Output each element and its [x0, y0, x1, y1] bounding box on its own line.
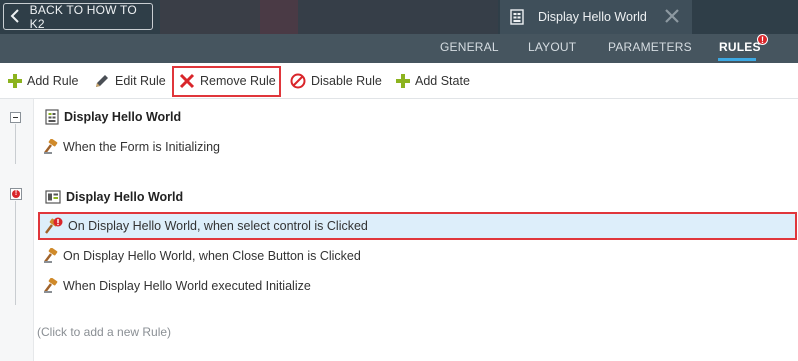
add-rule-button[interactable]: Add Rule	[8, 69, 78, 93]
back-button[interactable]: BACK TO HOW TO K2	[3, 2, 153, 31]
disable-rule-label: Disable Rule	[311, 74, 382, 88]
view-icon	[45, 190, 61, 204]
rule-row-selected[interactable]: On Display Hello World, when select cont…	[38, 212, 797, 240]
edit-rule-button[interactable]: Edit Rule	[94, 69, 166, 93]
active-tab-indicator	[718, 58, 756, 61]
group-title: Display Hello World	[64, 110, 182, 124]
form-icon	[510, 9, 524, 25]
group-header-form[interactable]: Display Hello World	[45, 107, 181, 127]
rule-row[interactable]: When Display Hello World executed Initia…	[40, 274, 311, 298]
remove-rule-highlight	[172, 66, 281, 97]
disable-icon	[290, 73, 306, 89]
tree-line	[15, 124, 16, 164]
tab-layout[interactable]: LAYOUT	[528, 40, 576, 54]
add-state-button[interactable]: Add State	[396, 69, 470, 93]
error-icon: !	[12, 190, 20, 198]
designer-tabs: GENERAL LAYOUT PARAMETERS RULES	[0, 34, 798, 63]
form-icon	[45, 109, 59, 125]
rule-gavel-icon	[44, 278, 58, 293]
tree-gutter	[0, 99, 34, 361]
add-new-rule-hint[interactable]: (Click to add a new Rule)	[37, 325, 171, 339]
form-tab[interactable]: Display Hello World	[500, 0, 692, 34]
rule-label: When the Form is Initializing	[63, 140, 221, 154]
rule-row[interactable]: On Display Hello World, when Close Butto…	[40, 244, 361, 268]
group-header-view[interactable]: Display Hello World	[45, 187, 183, 207]
tab-rules[interactable]: RULES	[719, 40, 761, 54]
plus-icon	[396, 74, 410, 88]
rule-label: When Display Hello World executed Initia…	[63, 279, 311, 293]
rule-label: On Display Hello World, when Close Butto…	[63, 249, 361, 263]
collapse-toggle[interactable]	[10, 112, 21, 123]
group-error-toggle[interactable]: !	[10, 188, 22, 200]
tree-line	[15, 201, 16, 305]
pencil-icon	[96, 75, 108, 87]
rules-error-badge: !	[757, 34, 768, 45]
disable-rule-button[interactable]: Disable Rule	[290, 69, 382, 93]
add-state-label: Add State	[415, 74, 470, 88]
tab-parameters[interactable]: PARAMETERS	[608, 40, 692, 54]
rule-label: On Display Hello World, when select cont…	[68, 219, 368, 233]
chevron-left-icon	[10, 8, 24, 25]
rule-row[interactable]: When the Form is Initializing	[40, 135, 220, 159]
edit-rule-label: Edit Rule	[115, 74, 166, 88]
rule-gavel-icon	[44, 248, 58, 263]
add-rule-label: Add Rule	[27, 74, 79, 88]
tab-general[interactable]: GENERAL	[440, 40, 499, 54]
rule-error-icon	[45, 217, 63, 234]
rule-gavel-icon	[44, 139, 58, 154]
rules-toolbar: Add Rule Edit Rule Remove Rule Disable R…	[0, 63, 798, 99]
close-icon[interactable]	[664, 8, 680, 24]
back-button-label: BACK TO HOW TO K2	[29, 2, 137, 31]
form-tab-title: Display Hello World	[538, 10, 647, 24]
plus-icon	[8, 74, 22, 88]
group-title: Display Hello World	[66, 190, 184, 204]
